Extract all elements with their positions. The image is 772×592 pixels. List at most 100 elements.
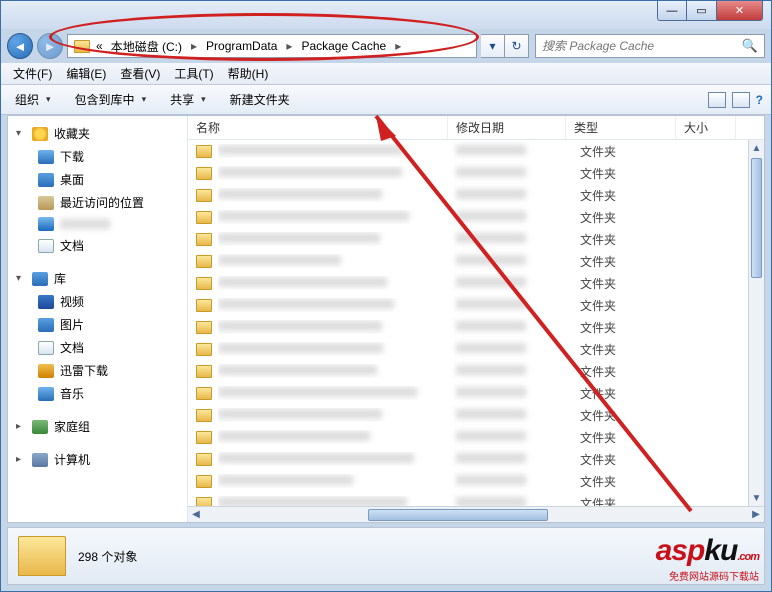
file-date [456, 166, 574, 180]
sidebar-documents[interactable]: 文档 [8, 234, 187, 257]
scroll-thumb[interactable] [368, 509, 548, 521]
chevron-right-icon[interactable]: ▸ [392, 39, 404, 53]
vertical-scrollbar[interactable]: ▲ ▼ [748, 140, 764, 506]
sidebar-favorites[interactable]: ▾收藏夹 [8, 122, 187, 145]
menu-help[interactable]: 帮助(H) [222, 63, 275, 84]
search-icon[interactable]: 🔍 [742, 38, 758, 54]
table-row[interactable]: 文件夹 [188, 294, 764, 316]
address-dropdown-button[interactable]: ▾ [481, 34, 505, 58]
column-type[interactable]: 类型 [566, 116, 676, 139]
column-size[interactable]: 大小 [676, 116, 736, 139]
table-row[interactable]: 文件夹 [188, 470, 764, 492]
table-row[interactable]: 文件夹 [188, 404, 764, 426]
sidebar-recent[interactable]: 最近访问的位置 [8, 191, 187, 214]
folder-icon [18, 536, 66, 576]
table-row[interactable]: 文件夹 [188, 426, 764, 448]
nav-back-button[interactable]: ◄ [7, 33, 33, 59]
window-minimize-button[interactable]: — [657, 1, 687, 21]
table-row[interactable]: 文件夹 [188, 338, 764, 360]
breadcrumb-seg[interactable]: Package Cache [299, 39, 388, 53]
file-name [218, 188, 450, 202]
table-row[interactable]: 文件夹 [188, 448, 764, 470]
file-name [218, 496, 450, 506]
sidebar-documents[interactable]: 文档 [8, 336, 187, 359]
search-box[interactable]: 🔍 [535, 34, 765, 58]
folder-icon [196, 453, 212, 466]
file-type: 文件夹 [580, 297, 690, 314]
table-row[interactable]: 文件夹 [188, 228, 764, 250]
table-row[interactable]: 文件夹 [188, 272, 764, 294]
sidebar-item[interactable] [8, 214, 187, 234]
file-type: 文件夹 [580, 165, 690, 182]
scroll-down-icon[interactable]: ▼ [749, 490, 764, 506]
sidebar-music[interactable]: 音乐 [8, 382, 187, 405]
sidebar-videos[interactable]: 视频 [8, 290, 187, 313]
xunlei-icon [38, 364, 54, 378]
sidebar-downloads[interactable]: 下载 [8, 145, 187, 168]
sidebar-libraries[interactable]: ▾库 [8, 267, 187, 290]
menu-view[interactable]: 查看(V) [114, 63, 166, 84]
address-bar[interactable]: « 本地磁盘 (C:) ▸ ProgramData ▸ Package Cach… [67, 34, 477, 58]
refresh-button[interactable]: ↻ [505, 34, 529, 58]
nav-forward-button[interactable]: ► [37, 33, 63, 59]
file-name [218, 254, 450, 268]
organize-button[interactable]: 组织 [9, 88, 57, 111]
include-in-library-button[interactable]: 包含到库中 [69, 88, 153, 111]
file-name [218, 166, 450, 180]
file-date [456, 144, 574, 158]
scroll-up-icon[interactable]: ▲ [749, 140, 764, 156]
table-row[interactable]: 文件夹 [188, 184, 764, 206]
table-row[interactable]: 文件夹 [188, 162, 764, 184]
share-button[interactable]: 共享 [164, 88, 212, 111]
breadcrumb-seg[interactable]: ProgramData [204, 39, 279, 53]
scroll-left-icon[interactable]: ◀ [188, 507, 204, 523]
horizontal-scrollbar[interactable]: ◀ ▶ [188, 506, 764, 522]
table-row[interactable]: 文件夹 [188, 492, 764, 506]
menu-tools[interactable]: 工具(T) [168, 63, 219, 84]
file-type: 文件夹 [580, 473, 690, 490]
new-folder-button[interactable]: 新建文件夹 [224, 88, 296, 111]
help-icon[interactable]: ? [756, 93, 763, 107]
table-row[interactable]: 文件夹 [188, 250, 764, 272]
video-icon [38, 295, 54, 309]
file-date [456, 276, 574, 290]
file-type: 文件夹 [580, 209, 690, 226]
breadcrumb-drive[interactable]: 本地磁盘 (C:) [109, 38, 184, 55]
sidebar-pictures[interactable]: 图片 [8, 313, 187, 336]
window-close-button[interactable]: ✕ [717, 1, 763, 21]
file-name [218, 298, 450, 312]
sidebar-xunlei[interactable]: 迅雷下载 [8, 359, 187, 382]
table-row[interactable]: 文件夹 [188, 382, 764, 404]
table-row[interactable]: 文件夹 [188, 206, 764, 228]
sidebar-desktop[interactable]: 桌面 [8, 168, 187, 191]
file-date [456, 342, 574, 356]
music-icon [38, 387, 54, 401]
scroll-thumb[interactable] [751, 158, 762, 278]
view-options-button[interactable] [708, 92, 726, 108]
star-icon [32, 127, 48, 141]
download-icon [38, 150, 54, 164]
file-type: 文件夹 [580, 451, 690, 468]
titlebar: — ▭ ✕ [1, 1, 771, 29]
file-date [456, 386, 574, 400]
file-type: 文件夹 [580, 143, 690, 160]
watermark: aspku.com 免费网站源码下载站 [656, 534, 759, 583]
table-row[interactable]: 文件夹 [188, 140, 764, 162]
table-row[interactable]: 文件夹 [188, 360, 764, 382]
chevron-right-icon[interactable]: ▸ [188, 39, 200, 53]
table-row[interactable]: 文件夹 [188, 316, 764, 338]
sidebar-computer[interactable]: ▸计算机 [8, 448, 187, 471]
sidebar-homegroup[interactable]: ▸家庭组 [8, 415, 187, 438]
column-date[interactable]: 修改日期 [448, 116, 566, 139]
scroll-right-icon[interactable]: ▶ [748, 507, 764, 523]
search-input[interactable] [542, 39, 742, 53]
file-type: 文件夹 [580, 495, 690, 507]
file-type: 文件夹 [580, 385, 690, 402]
menu-file[interactable]: 文件(F) [7, 63, 58, 84]
menu-edit[interactable]: 编辑(E) [60, 63, 112, 84]
file-date [456, 496, 574, 506]
preview-pane-button[interactable] [732, 92, 750, 108]
window-maximize-button[interactable]: ▭ [687, 1, 717, 21]
chevron-right-icon[interactable]: ▸ [283, 39, 295, 53]
column-name[interactable]: 名称 [188, 116, 448, 139]
